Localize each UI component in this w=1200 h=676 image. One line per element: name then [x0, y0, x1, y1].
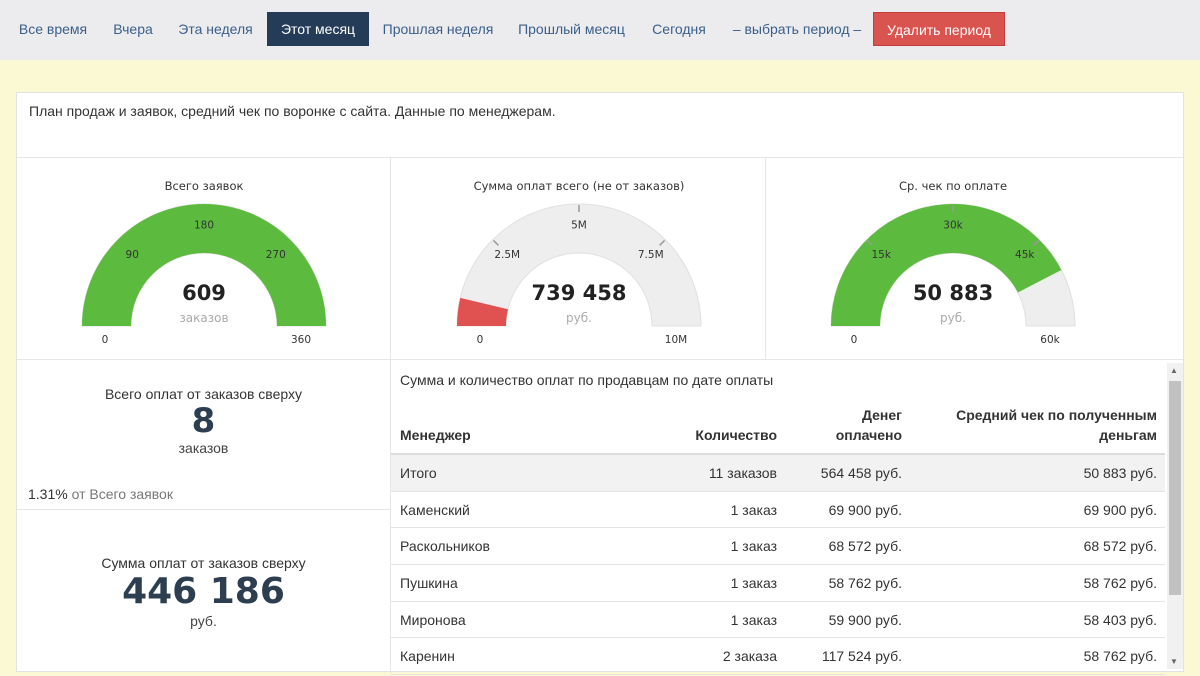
dashboard-panel: План продаж и заявок, средний чек по вор…	[16, 92, 1184, 676]
divider	[17, 509, 390, 510]
scroll-down-icon[interactable]: ▼	[1170, 657, 1178, 666]
gauge-tick-label: 90	[126, 249, 139, 261]
divider	[17, 359, 1183, 360]
cell-count: 1 заказ	[730, 501, 777, 518]
scroll-up-icon[interactable]: ▲	[1170, 366, 1178, 375]
gauge-unit: руб.	[940, 311, 966, 325]
gauge-tick-label: 2.5M	[494, 249, 520, 261]
cell-avg: 69 900 руб.	[1083, 501, 1157, 518]
gauge-max-label: 360	[291, 334, 311, 346]
gauge-unit: заказов	[179, 311, 228, 325]
table-row: Каменский 1 заказ 69 900 руб. 69 900 руб.	[391, 492, 1165, 529]
sum-paid-stat: Сумма оплат от заказов сверху 446 186 ру…	[17, 555, 390, 629]
cell-manager: Раскольников	[400, 538, 490, 555]
col-count: Количество	[695, 427, 777, 443]
col-money-line2: оплачено	[835, 427, 902, 443]
cell-money: 59 900 руб.	[828, 611, 902, 628]
gauge-value: 739 458	[532, 281, 627, 305]
delete-period-button[interactable]: Удалить период	[873, 12, 1005, 46]
stat-label: Всего оплат от заказов сверху	[104, 386, 303, 402]
cell-count: 11 заказов	[708, 465, 777, 481]
cell-money: 69 900 руб.	[828, 501, 902, 518]
cell-avg: 68 572 руб.	[1083, 538, 1157, 555]
tab-last-month[interactable]: Прошлый месяц	[509, 12, 634, 46]
gauge-title: Всего заявок	[165, 179, 244, 193]
col-avg-line1: Средний чек по полученным	[956, 407, 1157, 423]
stat-value: 8	[191, 401, 216, 441]
orders-paid-stat: Всего оплат от заказов сверху 8 заказов	[17, 386, 390, 456]
gauge-tick-label: 180	[194, 220, 214, 232]
gauge-min-label: 0	[477, 334, 484, 346]
percent-of-requests: 1.31% от Всего заявок	[28, 486, 173, 502]
tab-today[interactable]: Сегодня	[640, 12, 718, 46]
table-body: Итого 11 заказов 564 458 руб. 50 883 руб. Ка…	[391, 455, 1165, 676]
cell-manager: Миронова	[400, 611, 466, 628]
table-row: Каренин 2 заказа 117 524 руб. 58 762 руб.	[391, 638, 1165, 676]
period-select[interactable]: – выбрать период –	[725, 12, 869, 46]
table-row: Миронова 1 заказ 59 900 руб. 58 403 руб.	[391, 602, 1165, 639]
tab-this-month[interactable]: Этот месяц	[267, 12, 369, 46]
stat-value: 446 186	[122, 571, 285, 612]
cell-count: 2 заказа	[722, 648, 777, 665]
cell-money: 564 458 руб.	[820, 465, 902, 481]
gauge-tick-label: 30k	[943, 220, 963, 232]
dashboard-description: План продаж и заявок, средний чек по вор…	[29, 103, 556, 119]
gauge-tick-label: 270	[266, 249, 286, 261]
cell-money: 68 572 руб.	[828, 538, 902, 555]
cell-money: 117 524 руб.	[821, 648, 902, 665]
cell-manager: Каренин	[400, 648, 455, 665]
gauge-avg-check: Ср. чек по оплате 15k 30k 45k 50 883 руб. …	[766, 159, 1139, 359]
stat-label: Сумма оплат от заказов сверху	[101, 555, 306, 571]
divider	[17, 157, 1183, 158]
cell-avg: 58 762 руб.	[1083, 648, 1157, 665]
col-avg-line2: деньгам	[1099, 427, 1157, 443]
tab-all-time[interactable]: Все время	[12, 12, 94, 46]
gauge-tick-label: 7.5M	[638, 249, 664, 261]
gauge-total-payments: Сумма оплат всего (не от заказов) 2.5M 5M…	[392, 159, 765, 359]
cell-money: 58 762 руб.	[828, 575, 902, 592]
table-row: Раскольников 1 заказ 68 572 руб. 68 572 руб…	[391, 528, 1165, 566]
cell-manager: Итого	[400, 465, 437, 481]
cell-count: 1 заказ	[730, 575, 777, 592]
table-row: Пушкина 1 заказ 58 762 руб. 58 762 руб.	[391, 565, 1165, 602]
stat-unit: руб.	[190, 613, 217, 629]
gauge-max-label: 60k	[1040, 334, 1060, 346]
col-manager: Менеджер	[400, 427, 471, 443]
table-header: Менеджер Количество Денег оплачено Средн…	[391, 397, 1165, 455]
gauge-title: Сумма оплат всего (не от заказов)	[474, 179, 685, 193]
tab-yesterday[interactable]: Вчера	[103, 12, 163, 46]
table-title: Сумма и количество оплат по продавцам по…	[400, 372, 774, 388]
tab-last-week[interactable]: Прошлая неделя	[375, 12, 501, 46]
tab-this-week[interactable]: Эта неделя	[170, 12, 261, 46]
cell-avg: 58 403 руб.	[1083, 611, 1157, 628]
cell-avg: 50 883 руб.	[1083, 465, 1157, 481]
gauge-tick-label: 5M	[571, 220, 587, 232]
period-tabs-bar: Все время Вчера Эта неделя Этот месяц Пр…	[0, 0, 1200, 60]
table-scrollbar[interactable]: ▲ ▼	[1167, 363, 1183, 669]
gauge-value: 609	[182, 281, 226, 305]
gauge-unit: руб.	[566, 311, 592, 325]
cell-manager: Каменский	[400, 501, 470, 518]
gauge-title: Ср. чек по оплате	[899, 179, 1007, 193]
percent-value: 1.31%	[28, 486, 68, 502]
gauge-total-requests: Всего заявок 90 180 270 609 заказов 0 360	[17, 159, 390, 359]
payments-table: Менеджер Количество Денег оплачено Средн…	[391, 397, 1165, 676]
cell-count: 1 заказ	[730, 611, 777, 628]
gauge-value: 50 883	[913, 281, 993, 305]
stat-unit: заказов	[178, 440, 229, 456]
scrollbar-thumb[interactable]	[1169, 381, 1181, 595]
gauge-tick-label: 15k	[872, 249, 892, 261]
cell-count: 1 заказ	[730, 538, 777, 555]
table-row: Итого 11 заказов 564 458 руб. 50 883 руб.	[391, 455, 1165, 492]
gauge-max-label: 10M	[665, 334, 687, 346]
gauge-min-label: 0	[851, 334, 858, 346]
gauge-tick-label: 45k	[1015, 249, 1035, 261]
cell-avg: 58 762 руб.	[1083, 575, 1157, 592]
percent-text: от Всего заявок	[71, 486, 173, 502]
gauge-min-label: 0	[102, 334, 109, 346]
cell-manager: Пушкина	[400, 575, 458, 592]
col-money-line1: Денег	[861, 407, 902, 423]
